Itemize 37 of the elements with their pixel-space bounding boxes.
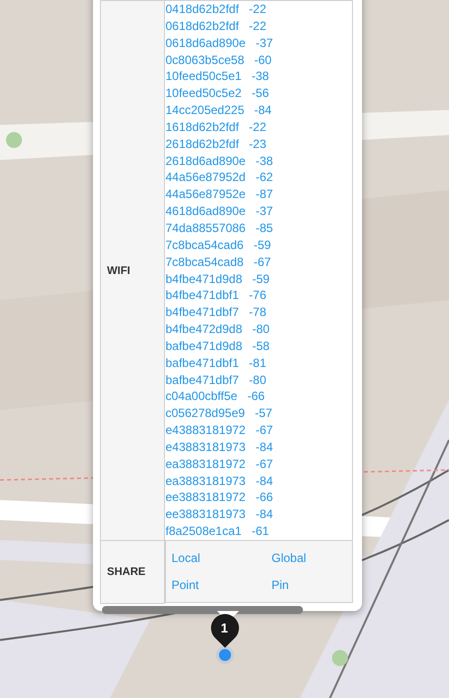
- wifi-link[interactable]: b4fbe471d9d8 -59: [166, 270, 352, 288]
- scrollbar[interactable]: [102, 606, 303, 614]
- row-label: SHARE: [107, 566, 146, 578]
- wifi-link[interactable]: 10feed50c5e2 -56: [166, 85, 352, 102]
- wifi-link[interactable]: ea3883181972 -67: [166, 456, 352, 473]
- wifi-link[interactable]: bafbe471dbf7 -80: [166, 372, 352, 388]
- wifi-link[interactable]: 14cc205ed225 -84: [166, 102, 352, 119]
- share-link[interactable]: Local Point: [172, 545, 214, 599]
- wifi-link[interactable]: b4fbe472d9d8 -80: [166, 321, 352, 338]
- wifi-link[interactable]: c056278d95e9 -57: [166, 405, 352, 422]
- wifi-link[interactable]: b4fbe471dbf7 -78: [166, 304, 352, 322]
- wifi-link[interactable]: bafbe471d9d8 -58: [166, 338, 352, 355]
- wifi-link[interactable]: ee3883181972 -66: [166, 489, 352, 506]
- wifi-link[interactable]: 4618d6ad890e -37: [166, 203, 352, 220]
- wifi-link[interactable]: 1618d62b2fdf -22: [166, 118, 352, 136]
- wifi-link[interactable]: ee3883181973 -84: [166, 506, 352, 524]
- share-link[interactable]: Global Pin: [272, 545, 314, 599]
- wifi-link[interactable]: b4fbe471dbf1 -76: [166, 287, 352, 304]
- wifi-link[interactable]: 7c8bca54cad6 -59: [166, 236, 352, 254]
- wifi-link[interactable]: 2618d62b2fdf -23: [166, 136, 352, 153]
- wifi-link[interactable]: 0c8063b5ce58 -60: [166, 52, 352, 68]
- wifi-link[interactable]: ea3883181973 -84: [166, 472, 352, 490]
- wifi-link[interactable]: f8a2508e1ca1 -61: [166, 523, 352, 540]
- wifi-link[interactable]: 10feed50c5e1 -38: [166, 68, 352, 86]
- wifi-link[interactable]: 0618d6ad890e -37: [166, 34, 352, 52]
- wifi-link[interactable]: 0418d62b2fdf -22: [166, 1, 352, 18]
- wifi-link[interactable]: 44a56e87952d -62: [166, 169, 352, 186]
- wifi-link[interactable]: 74da88557086 -85: [166, 220, 352, 237]
- wifi-link[interactable]: 0618d62b2fdf -22: [166, 18, 352, 35]
- row-label: WIFI: [107, 264, 130, 276]
- wifi-link[interactable]: e43883181973 -84: [166, 438, 352, 456]
- wifi-link[interactable]: e43883181972 -67: [166, 422, 352, 439]
- wifi-link[interactable]: 2618d6ad890e -38: [166, 152, 352, 170]
- wifi-link[interactable]: c04a00cbff5e -66: [166, 388, 352, 406]
- wifi-link[interactable]: 44a56e87952e -87: [166, 186, 352, 204]
- wifi-link[interactable]: 7c8bca54cad8 -67: [166, 254, 352, 270]
- wifi-link[interactable]: bafbe471dbf1 -81: [166, 354, 352, 372]
